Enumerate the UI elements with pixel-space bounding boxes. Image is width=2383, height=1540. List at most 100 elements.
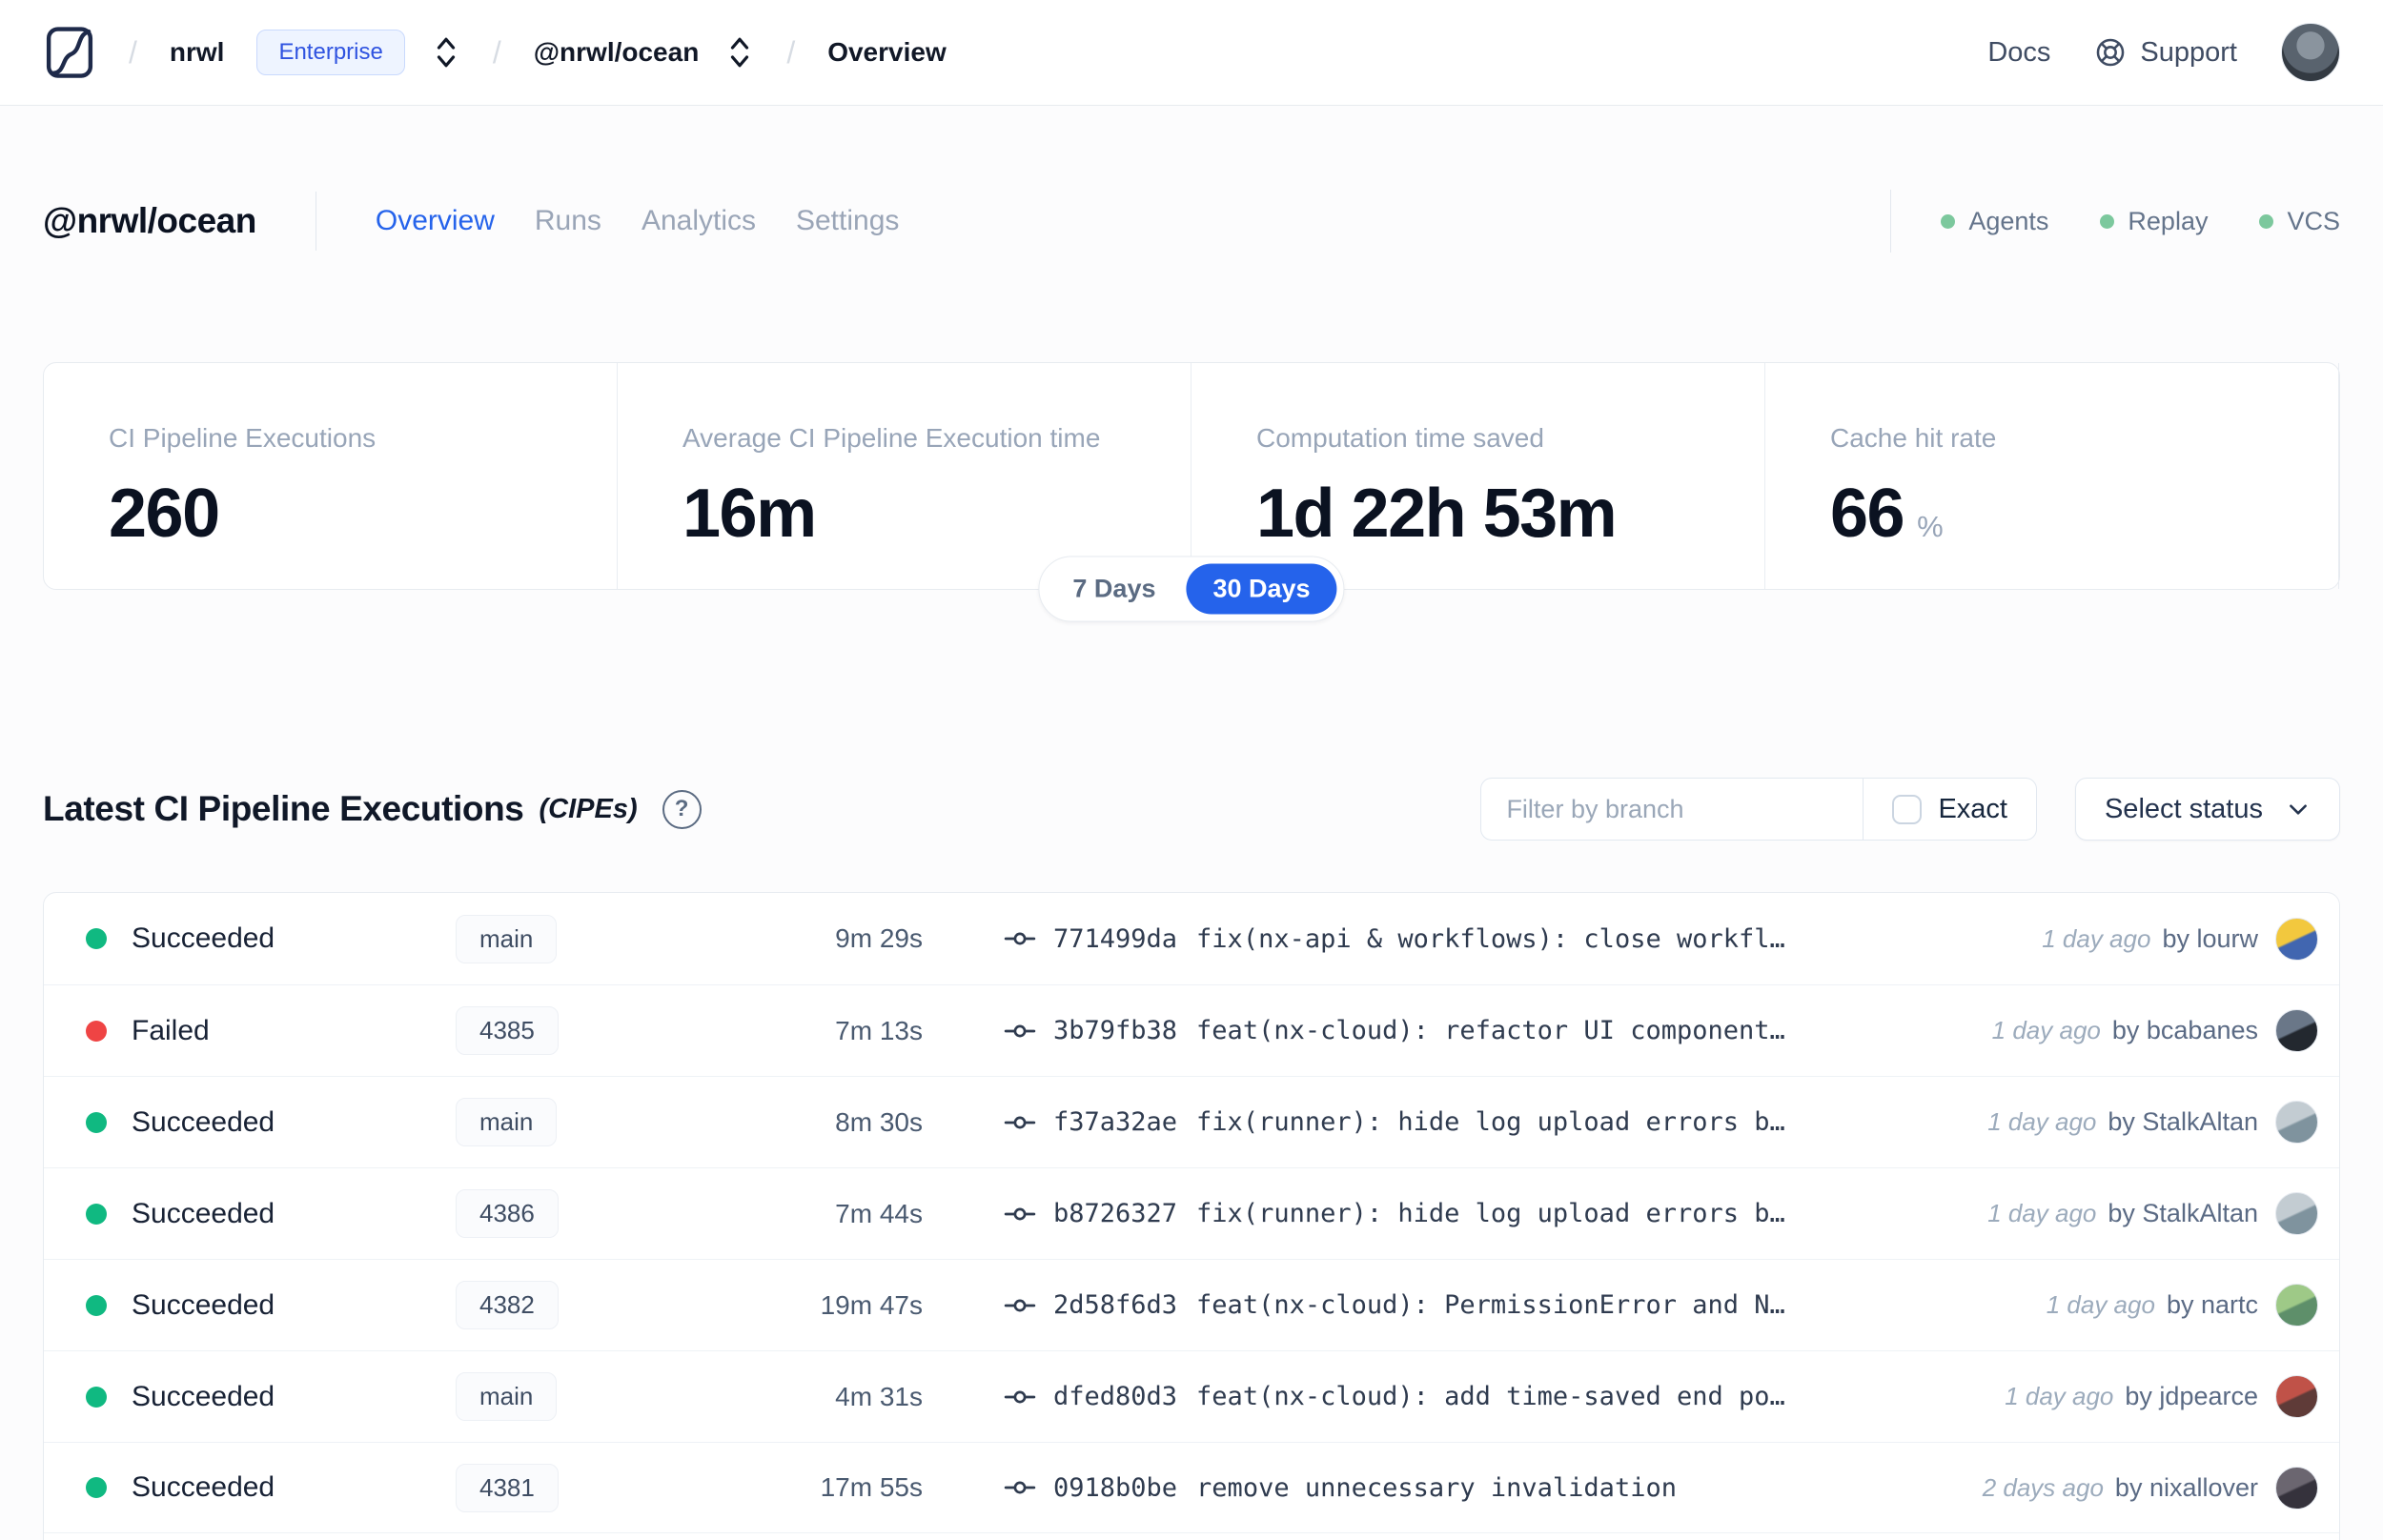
top-navigation-bar: / nrwl Enterprise / @nrwl/ocean / Overvi…	[0, 0, 2383, 106]
org-switcher-chevrons-icon[interactable]	[432, 33, 460, 71]
row-meta: 1 day ago by nartc	[2047, 1290, 2258, 1320]
commit-text: 3b79fb38 feat(nx-cloud): refactor UI comp…	[1053, 1016, 1977, 1045]
time-ago: 1 day ago	[2046, 1290, 2155, 1319]
commit-text: b8726327 fix(runner): hide log upload err…	[1053, 1199, 1972, 1228]
row-meta: 2 days ago by nixallover	[1983, 1473, 2258, 1503]
stat-number: 1d 22h 53m	[1256, 476, 1618, 552]
table-filters: Exact Select status	[1480, 778, 2340, 841]
row-avatar	[2275, 1192, 2318, 1235]
breadcrumb-separator: /	[129, 34, 137, 70]
stat-label: Average CI Pipeline Execution time	[682, 423, 1101, 453]
docs-link[interactable]: Docs	[1987, 37, 2050, 69]
indicator-dot-icon	[1941, 213, 1956, 229]
workspace-tabs: Overview Runs Analytics Settings	[376, 205, 900, 237]
duration: 7m 13s	[835, 1015, 923, 1045]
status-select-label: Select status	[2104, 793, 2263, 824]
row-meta: 1 day ago by StalkAltan	[1987, 1107, 2258, 1137]
breadcrumb-org[interactable]: nrwl	[170, 37, 225, 68]
commit-text: dfed80d3 feat(nx-cloud): add time-saved e…	[1053, 1382, 1989, 1411]
status-dot-icon	[86, 1020, 107, 1042]
tab-overview[interactable]: Overview	[376, 205, 495, 237]
stat-value: 1d 22h 53m	[1256, 475, 1745, 553]
cipe-row[interactable]: Succeeded main 9m 29s 771499da fix(nx-api & …	[44, 893, 2339, 984]
exact-checkbox[interactable]	[1892, 794, 1923, 824]
nav-actions: Docs Support	[1987, 23, 2340, 82]
status-label: Succeeded	[132, 1105, 275, 1138]
author: by jdpearce	[2125, 1382, 2258, 1410]
indicator-label: Agents	[1968, 206, 2049, 235]
exact-match-option: Exact	[1863, 779, 2036, 840]
duration: 17m 55s	[820, 1472, 923, 1502]
workspace-switcher-chevrons-icon[interactable]	[725, 33, 754, 71]
author: by nartc	[2166, 1290, 2258, 1319]
row-meta: 1 day ago by bcabanes	[1992, 1016, 2258, 1045]
commit-text: 0918b0be remove unnecessary invalidation	[1053, 1473, 1967, 1503]
cipe-row[interactable]: Succeeded 4381 17m 55s 0918b0be remove unnec…	[44, 1442, 2339, 1533]
stat-label: Computation time saved	[1256, 423, 1544, 453]
support-link[interactable]: Support	[2094, 36, 2237, 69]
breadcrumb: / nrwl Enterprise / @nrwl/ocean / Overvi…	[43, 26, 947, 79]
branch-cell: 4381	[456, 1463, 765, 1512]
indicator-label: Replay	[2128, 206, 2209, 235]
cipe-row[interactable]: Succeeded 4382 19m 47s 2d58f6d3 feat(nx-clou…	[44, 1259, 2339, 1350]
tab-settings[interactable]: Settings	[796, 205, 899, 237]
cipe-section-header: Latest CI Pipeline Executions (CIPEs) ? …	[43, 778, 2340, 841]
indicator-agents: Agents	[1941, 207, 2048, 236]
row-avatar	[2275, 1284, 2318, 1327]
row-avatar	[2275, 1466, 2318, 1510]
commit-hash: b8726327	[1053, 1199, 1178, 1228]
stat-label: CI Pipeline Executions	[109, 423, 377, 453]
breadcrumb-separator: /	[786, 34, 796, 70]
user-avatar[interactable]	[2281, 23, 2340, 82]
stat-card-cache-hit-rate: Cache hit rate 66%	[1765, 363, 2339, 589]
cipe-row[interactable]: Failed 4385 7m 13s 3b79fb38 feat(nx-cloud): …	[44, 984, 2339, 1076]
branch-cell: main	[456, 914, 765, 963]
stat-card-computation-time-saved: Computation time saved 1d 22h 53m	[1192, 363, 1765, 589]
row-meta: 1 day ago by lourw	[2042, 924, 2258, 954]
feature-indicators: Agents Replay VCS	[1890, 190, 2340, 253]
row-avatar	[2275, 1101, 2318, 1144]
cipe-row[interactable]: Succeeded main 8m 30s f37a32ae fix(runner): …	[44, 1076, 2339, 1167]
status-label: Succeeded	[132, 922, 275, 954]
help-icon[interactable]: ?	[662, 789, 702, 829]
row-avatar	[2275, 1009, 2318, 1052]
commit-hash: 0918b0be	[1053, 1472, 1178, 1503]
branch-badge: 4382	[456, 1281, 559, 1329]
range-option-30-days[interactable]: 30 Days	[1186, 563, 1337, 615]
commit-message: remove unnecessary invalidation	[1196, 1472, 1677, 1503]
time-ago: 1 day ago	[2042, 923, 2151, 953]
row-meta: 1 day ago by StalkAltan	[1987, 1199, 2258, 1228]
author: by lourw	[2162, 923, 2258, 953]
time-ago: 1 day ago	[1987, 1107, 2097, 1136]
row-avatar	[2275, 1375, 2318, 1418]
stat-number: 16m	[682, 476, 817, 552]
cipe-row[interactable]: Succeeded 4386 7m 44s b8726327 fix(runner): …	[44, 1167, 2339, 1259]
branch-filter-input[interactable]	[1481, 779, 1864, 840]
range-option-7-days[interactable]: 7 Days	[1046, 564, 1182, 615]
duration: 9m 29s	[835, 923, 923, 953]
breadcrumb-workspace[interactable]: @nrwl/ocean	[534, 37, 700, 68]
commit-text: f37a32ae fix(runner): hide log upload err…	[1053, 1107, 1972, 1137]
tab-analytics[interactable]: Analytics	[642, 205, 756, 237]
indicator-label: VCS	[2287, 206, 2340, 235]
commit-message: fix(nx-api & workflows): close workfl…	[1196, 923, 1785, 954]
cipe-row[interactable]: Succeeded main 4m 31s dfed80d3 feat(nx-cloud…	[44, 1350, 2339, 1442]
commit-icon	[1004, 1471, 1036, 1504]
status-dot-icon	[86, 1111, 107, 1133]
tab-runs[interactable]: Runs	[535, 205, 601, 237]
nx-cloud-logo-icon[interactable]	[43, 26, 96, 79]
stat-value: 16m	[682, 475, 1171, 553]
stats-cards-container: CI Pipeline Executions 260 Average CI Pipe…	[43, 362, 2340, 622]
commit-hash: dfed80d3	[1053, 1382, 1178, 1411]
time-ago: 1 day ago	[1991, 1016, 2101, 1044]
stat-suffix: %	[1917, 510, 1944, 543]
author: by StalkAltan	[2108, 1107, 2258, 1136]
branch-cell: 4382	[456, 1281, 765, 1329]
commit-icon	[1004, 1289, 1036, 1322]
branch-badge: 4381	[456, 1463, 559, 1512]
plan-badge[interactable]: Enterprise	[256, 30, 405, 75]
commit-icon	[1004, 1381, 1036, 1413]
status-select-button[interactable]: Select status	[2074, 778, 2340, 841]
status-label: Failed	[132, 1014, 210, 1046]
branch-cell: 4386	[456, 1189, 765, 1238]
